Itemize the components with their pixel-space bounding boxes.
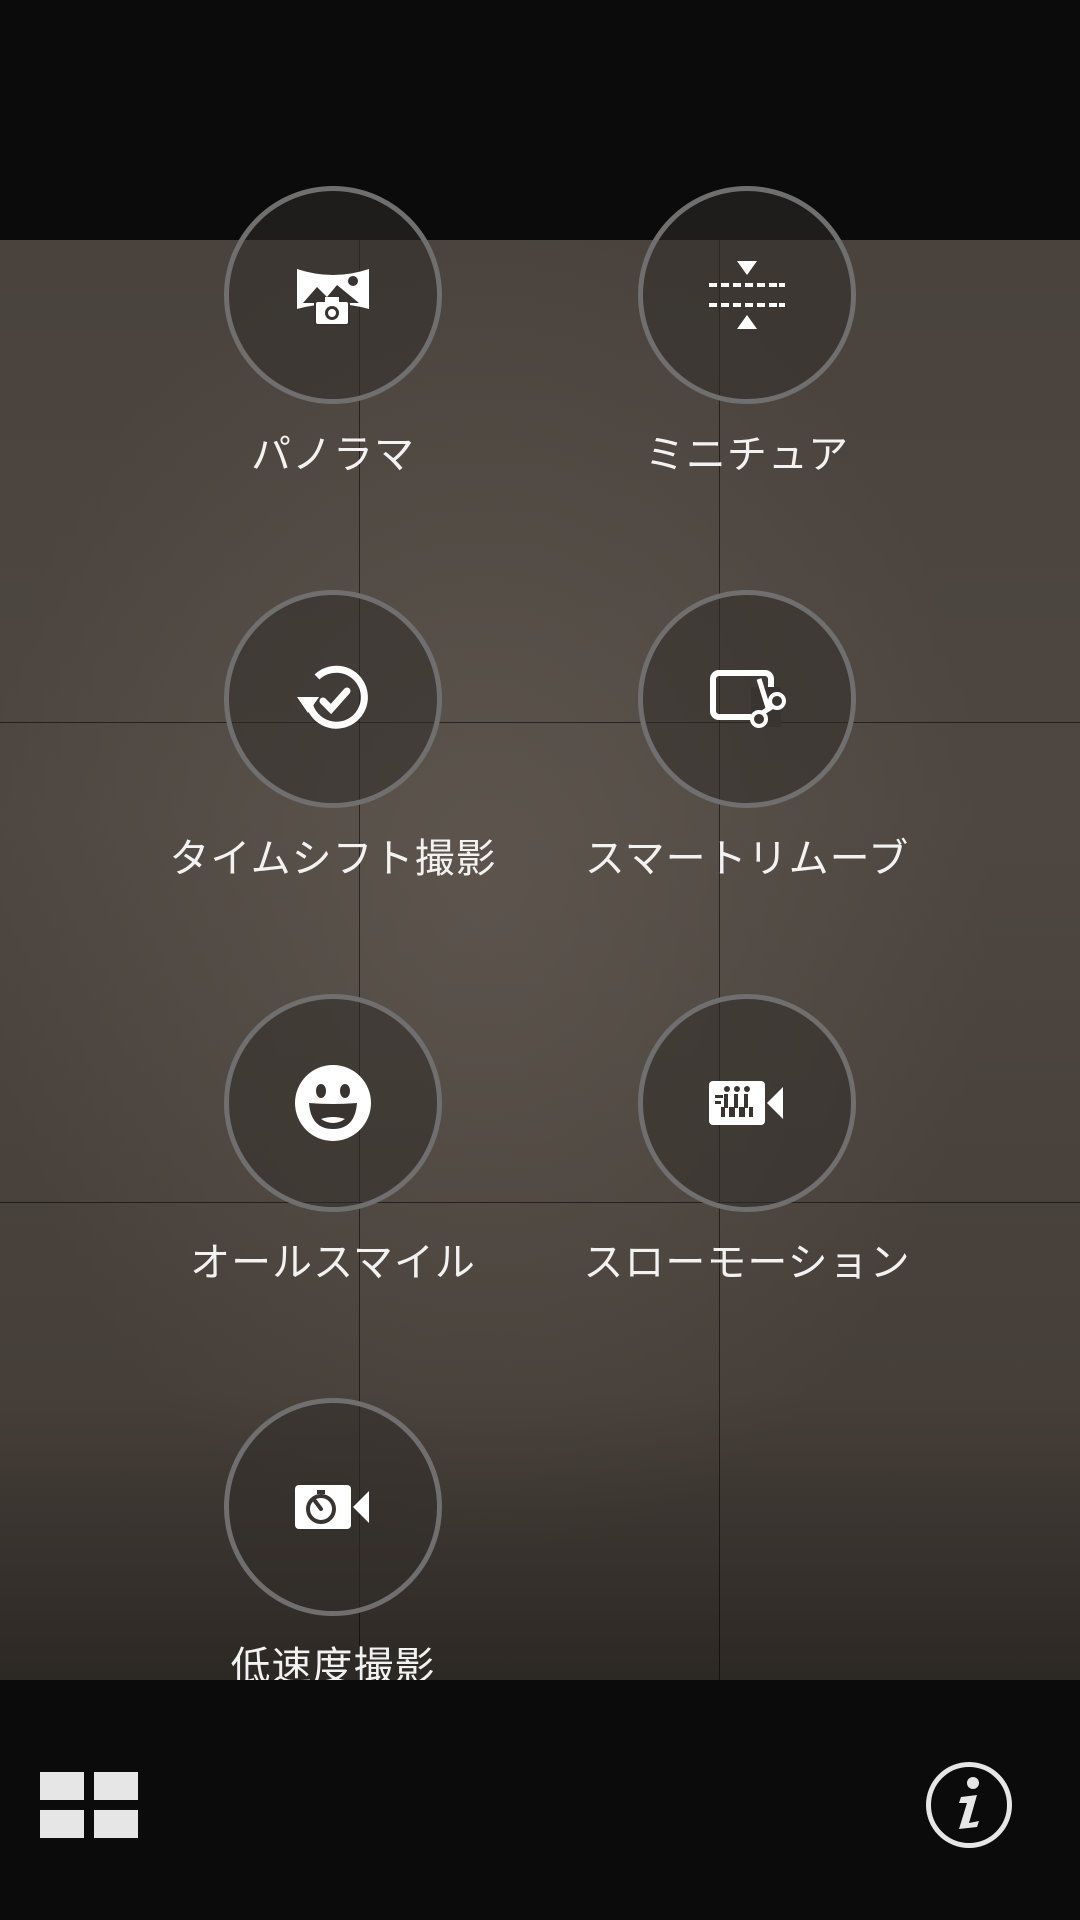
mode-all-smile[interactable]: オールスマイル [163, 994, 503, 1294]
slow-motion-icon [707, 1075, 787, 1131]
mode-smart-remove[interactable]: スマートリムーブ [577, 590, 917, 890]
mode-panorama[interactable]: パノラマ [163, 186, 503, 486]
mode-label: ミニチュア [644, 432, 850, 478]
mode-slow-motion[interactable]: スローモーション [577, 994, 917, 1294]
smile-icon [293, 1063, 373, 1143]
timeshift-icon [293, 659, 373, 739]
mode-miniature-button[interactable] [638, 186, 856, 404]
mode-label: スマートリムーブ [584, 836, 910, 882]
mode-label: タイムシフト撮影 [169, 836, 497, 882]
mode-panorama-button[interactable] [224, 186, 442, 404]
mode-miniature[interactable]: ミニチュア [577, 186, 917, 486]
camera-viewfinder [0, 240, 1080, 1680]
info-button[interactable] [926, 1762, 1012, 1848]
mode-time-lapse[interactable]: 低速度撮影 [163, 1398, 503, 1698]
mode-label: パノラマ [251, 432, 415, 478]
grid-icon [40, 1772, 84, 1800]
panorama-icon [293, 263, 373, 327]
bottom-bar [0, 1680, 1080, 1920]
mode-time-lapse-button[interactable] [224, 1398, 442, 1616]
mode-smart-remove-button[interactable] [638, 590, 856, 808]
grid-icon [40, 1810, 84, 1838]
grid-icon [94, 1810, 138, 1838]
smart-remove-icon [707, 667, 787, 731]
mode-all-smile-button[interactable] [224, 994, 442, 1212]
mode-slow-motion-button[interactable] [638, 994, 856, 1212]
top-bar [0, 0, 1080, 240]
mode-label: スローモーション [583, 1240, 911, 1286]
grid-view-button[interactable] [40, 1772, 140, 1838]
grid-line-horizontal-1 [0, 722, 1080, 723]
miniature-icon [707, 259, 787, 331]
time-lapse-icon [293, 1479, 373, 1535]
mode-label: オールスマイル [190, 1240, 476, 1286]
mode-timeshift-button[interactable] [224, 590, 442, 808]
grid-line-horizontal-2 [0, 1202, 1080, 1203]
info-icon [949, 1775, 989, 1835]
grid-icon [94, 1772, 138, 1800]
mode-timeshift[interactable]: タイムシフト撮影 [163, 590, 503, 890]
